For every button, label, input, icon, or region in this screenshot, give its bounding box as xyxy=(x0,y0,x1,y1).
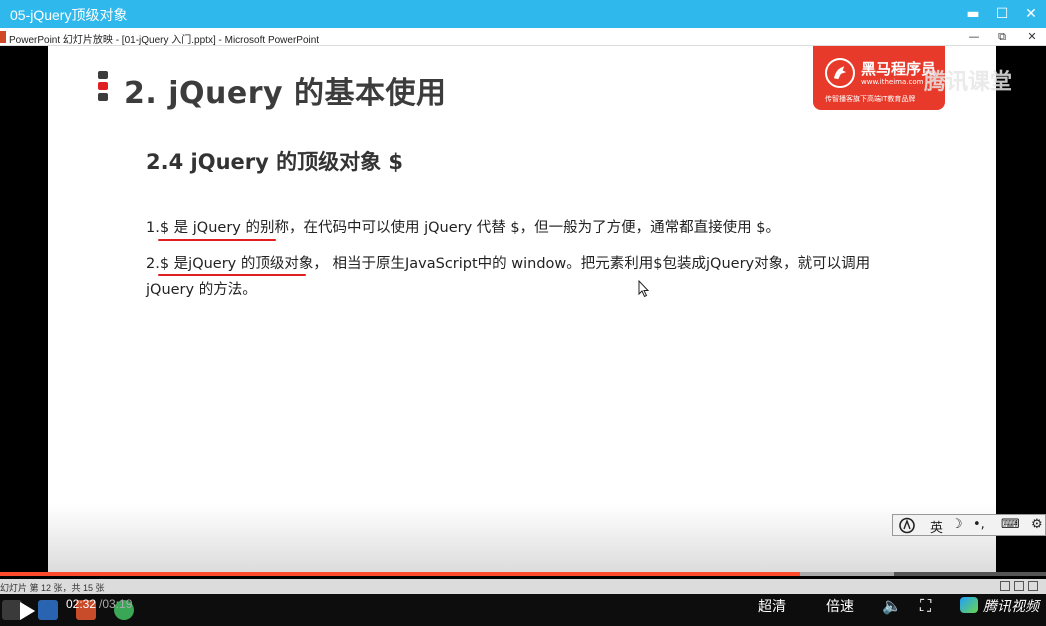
video-buffered-bar xyxy=(800,572,895,576)
reading-view-icon xyxy=(1028,581,1038,591)
ppt-close-button: ✕ xyxy=(1027,30,1037,43)
video-window-titlebar: 05-jQuery顶级对象 ▬ ☐ ✕ xyxy=(0,0,1046,28)
minimize-button[interactable]: ▬ xyxy=(962,3,984,25)
ppt-window-title: PowerPoint 幻灯片放映 - [01-jQuery 入门.pptx] -… xyxy=(9,35,320,46)
fullscreen-icon[interactable]: ⛶ xyxy=(920,596,931,616)
slide-bottom-shade xyxy=(48,504,996,574)
ppt-minimize-button: — xyxy=(968,30,980,43)
slide-counter: 幻灯片 第 12 张，共 15 张 xyxy=(0,583,105,593)
tencent-video-logo-icon xyxy=(960,597,978,613)
slide-line-1: 1.$ 是 jQuery 的别称，在代码中可以使用 jQuery 代替 $，但一… xyxy=(146,220,780,236)
volume-icon[interactable]: 🔈 xyxy=(882,596,902,615)
annotation-underline-2 xyxy=(158,274,306,276)
ime-settings-icon[interactable]: ⚙ xyxy=(1031,517,1043,532)
horse-logo-icon xyxy=(825,58,855,88)
ime-toolbar[interactable]: 英 ☽ •, ⌨ ⚙ xyxy=(892,514,1046,536)
video-progress-fill xyxy=(0,572,801,576)
logo-url: www.itheima.com xyxy=(861,78,924,86)
slide-heading: 2. jQuery 的基本使用 xyxy=(124,76,447,111)
video-control-bar: 02:32 /03:19 超清 倍速 🔈 ⛶ 腾讯视频 xyxy=(0,594,1046,626)
slide-subheading: 2.4 jQuery 的顶级对象 $ xyxy=(146,150,404,174)
slide: 2. jQuery 的基本使用 2.4 jQuery 的顶级对象 $ 1.$ 是… xyxy=(48,46,996,574)
slide-line-2: 2.$ 是jQuery 的顶级对象， 相当于原生JavaScript中的 win… xyxy=(146,256,871,272)
normal-view-icon xyxy=(1000,581,1010,591)
annotation-underline-1 xyxy=(158,239,276,241)
video-window-title: 05-jQuery顶级对象 xyxy=(10,7,128,23)
ppt-titlebar: PowerPoint 幻灯片放映 - [01-jQuery 入门.pptx] -… xyxy=(0,28,1046,46)
play-button[interactable] xyxy=(20,602,35,620)
ppt-status-bar: 幻灯片 第 12 张，共 15 张 xyxy=(0,579,1046,594)
vscode-taskbar-icon xyxy=(38,600,58,620)
total-time: /03:19 xyxy=(99,597,133,611)
ime-fullwidth-moon-icon[interactable]: ☽ xyxy=(951,517,963,532)
slide-line-3: jQuery 的方法。 xyxy=(146,282,257,298)
watermark: 腾讯课堂 xyxy=(924,70,1013,95)
slide-sorter-view-icon xyxy=(1014,581,1024,591)
maximize-button[interactable]: ☐ xyxy=(991,3,1013,25)
close-button[interactable]: ✕ xyxy=(1020,3,1042,25)
ppt-restore-button: ⧉ xyxy=(998,30,1006,43)
ime-keyboard-icon[interactable]: ⌨ xyxy=(1001,517,1020,532)
current-time: 02:32 xyxy=(66,597,97,611)
video-progress-bar[interactable] xyxy=(0,572,1046,576)
quality-button[interactable]: 超清 xyxy=(758,596,786,616)
playback-speed-button[interactable]: 倍速 xyxy=(826,596,854,616)
heading-marker-top xyxy=(98,71,108,79)
heading-marker-bottom xyxy=(98,93,108,101)
tencent-video-brand: 腾讯视频 xyxy=(983,599,1039,615)
powerpoint-icon xyxy=(0,31,6,43)
ime-language-toggle[interactable]: 英 xyxy=(930,517,943,536)
logo-slogan: 传智播客旗下高端IT教育品牌 xyxy=(825,95,916,103)
ime-logo-icon[interactable] xyxy=(898,517,916,534)
mouse-cursor-icon xyxy=(638,280,650,298)
ime-punctuation-icon[interactable]: •, xyxy=(973,517,985,532)
heading-marker-middle xyxy=(98,82,108,90)
windows-start-icon xyxy=(2,600,22,620)
